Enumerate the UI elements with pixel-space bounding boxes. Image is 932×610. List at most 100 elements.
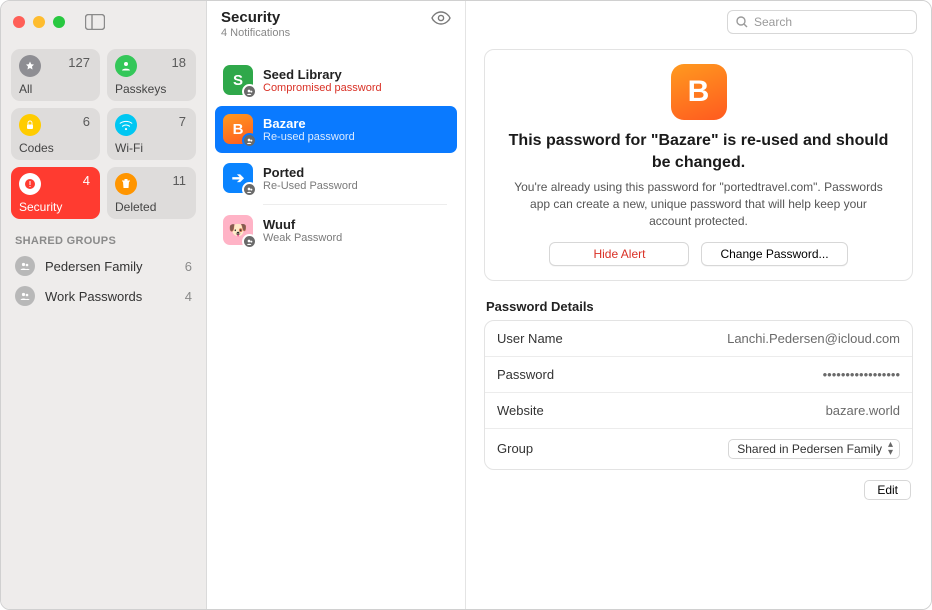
sidebar-tile-codes[interactable]: 6 Codes [11,108,100,160]
tile-label: Wi-Fi [115,141,143,155]
account-reason: Compromised password [263,82,382,94]
group-count: 4 [185,289,192,304]
alert-description: You're already using this password for "… [509,179,889,229]
trash-icon [115,173,137,195]
tile-label: Security [19,200,62,214]
shared-badge-icon [242,234,257,249]
website-value: bazare.world [826,403,900,418]
password-details-title: Password Details [486,299,911,314]
edit-row: Edit [486,480,911,500]
sidebar: 127 All 18 Passkeys 6 Codes 7 Wi-Fi 4 Security 11 D… [1,1,206,609]
app-window: 127 All 18 Passkeys 6 Codes 7 Wi-Fi 4 Security 11 D… [0,0,932,610]
notification-item[interactable]: B BazareRe-used password [215,106,457,153]
chevron-updown-icon: ▴▾ [888,441,893,457]
shared-badge-icon [242,182,257,197]
people-icon [15,286,35,306]
group-name: Pedersen Family [45,259,143,274]
list-separator [263,204,447,205]
tile-label: Deleted [115,200,156,214]
account-reason: Re-Used Password [263,180,358,192]
row-username[interactable]: User Name Lanchi.Pedersen@icloud.com [485,321,912,356]
shared-group-row[interactable]: Pedersen Family 6 [1,251,206,281]
sidebar-tiles: 127 All 18 Passkeys 6 Codes 7 Wi-Fi 4 Security 11 D… [1,43,206,229]
sidebar-tile-all[interactable]: 127 All [11,49,100,101]
edit-button[interactable]: Edit [864,480,911,500]
titlebar [1,1,206,43]
website-label: Website [497,403,544,418]
people-icon [15,256,35,276]
lock-icon [19,114,41,136]
eye-icon [431,11,451,25]
account-name: Bazare [263,116,355,131]
username-value: Lanchi.Pedersen@icloud.com [727,331,900,346]
notification-item[interactable]: 🐶 WuufWeak Password [215,207,457,254]
account-reason: Re-used password [263,131,355,143]
tile-label: All [19,82,32,96]
tile-label: Passkeys [115,82,166,96]
group-select[interactable]: Shared in Pedersen Family ▴▾ [728,439,900,459]
toggle-sidebar-button[interactable] [81,10,109,34]
tile-count: 18 [172,55,186,70]
row-group[interactable]: Group Shared in Pedersen Family ▴▾ [485,428,912,469]
star-icon [19,55,41,77]
account-app-icon: B [671,64,727,120]
tile-count: 6 [83,114,90,129]
account-name: Ported [263,165,358,180]
group-count: 6 [185,259,192,274]
minimize-window-button[interactable] [33,16,45,28]
row-password[interactable]: Password ••••••••••••••••• [485,356,912,392]
sidebar-tile-wifi[interactable]: 7 Wi-Fi [107,108,196,160]
account-icon: S [223,65,253,95]
search-icon [736,16,748,28]
password-value: ••••••••••••••••• [823,367,900,382]
tile-count: 7 [179,114,186,129]
notifications-list: S Seed LibraryCompromised password B Bazare… [207,53,465,258]
row-website[interactable]: Website bazare.world [485,392,912,428]
shared-groups-list: Pedersen Family 6 Work Passwords 4 [1,251,206,311]
notification-item[interactable]: S Seed LibraryCompromised password [215,57,457,104]
visibility-toggle[interactable] [431,11,451,25]
shared-badge-icon [242,133,257,148]
sidebar-tile-security[interactable]: 4 Security [11,167,100,219]
notifications-title: Security [221,9,290,26]
sidebar-tile-passkeys[interactable]: 18 Passkeys [107,49,196,101]
group-selected-value: Shared in Pedersen Family [737,442,882,456]
account-name: Seed Library [263,67,382,82]
sidebar-icon [85,14,105,30]
alert-button-row: Hide Alert Change Password... [503,242,894,266]
sidebar-tile-deleted[interactable]: 11 Deleted [107,167,196,219]
person-icon [115,55,137,77]
notifications-subtitle: 4 Notifications [221,27,290,39]
tile-label: Codes [19,141,54,155]
alert-icon [19,173,41,195]
zoom-window-button[interactable] [53,16,65,28]
notifications-column: Security 4 Notifications S Seed LibraryCo… [206,1,466,609]
group-label: Group [497,441,533,456]
account-reason: Weak Password [263,232,342,244]
close-window-button[interactable] [13,16,25,28]
detail-body: B This password for "Bazare" is re-used … [466,43,931,500]
password-label: Password [497,367,554,382]
hide-alert-button[interactable]: Hide Alert [549,242,689,266]
detail-pane: Search B This password for "Bazare" is r… [466,1,931,609]
tile-count: 127 [68,55,90,70]
shared-groups-header: SHARED GROUPS [1,229,206,251]
change-password-button[interactable]: Change Password... [701,242,847,266]
account-icon: B [223,114,253,144]
window-controls [13,16,65,28]
group-name: Work Passwords [45,289,142,304]
account-icon: 🐶 [223,215,253,245]
notification-item[interactable]: ➔ PortedRe-Used Password [215,155,457,202]
search-placeholder: Search [754,15,792,29]
account-icon: ➔ [223,163,253,193]
account-name: Wuuf [263,217,342,232]
alert-heading: This password for "Bazare" is re-used an… [503,130,894,173]
search-input[interactable]: Search [727,10,917,34]
tile-count: 11 [173,173,187,188]
detail-toolbar: Search [466,1,931,43]
password-details-table: User Name Lanchi.Pedersen@icloud.com Pas… [484,320,913,470]
tile-count: 4 [83,173,90,188]
notifications-header: Security 4 Notifications [207,1,465,53]
shared-group-row[interactable]: Work Passwords 4 [1,281,206,311]
wifi-icon [115,114,137,136]
